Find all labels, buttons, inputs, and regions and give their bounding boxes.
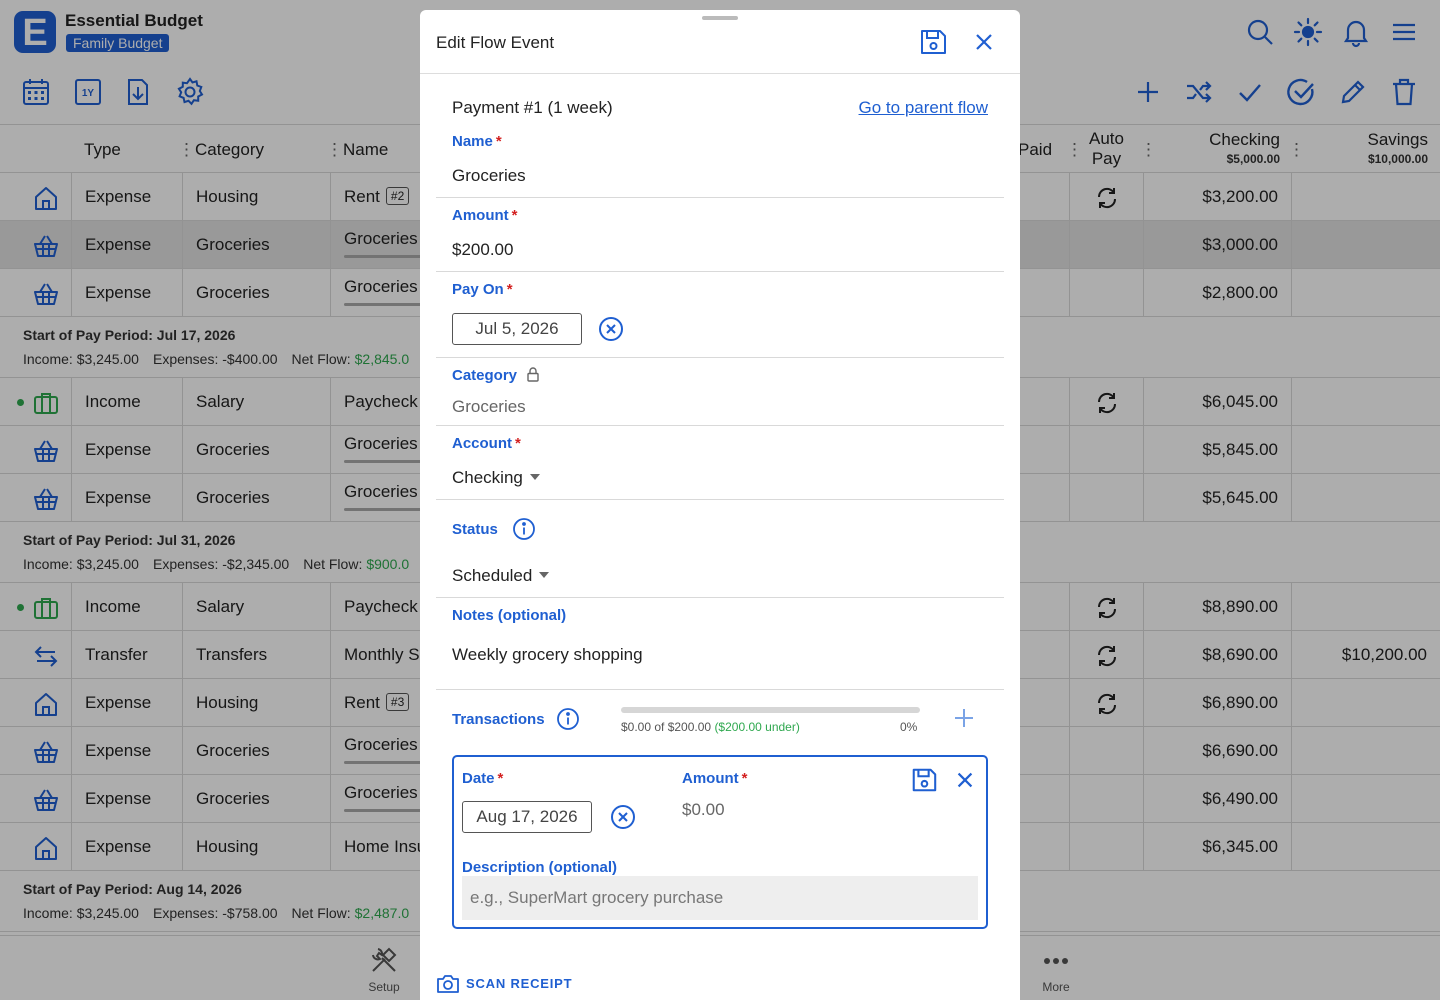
tx-date-field[interactable]: Aug 17, 2026 (462, 801, 592, 833)
divider (436, 271, 1004, 272)
add-transaction-icon[interactable] (952, 706, 976, 730)
scan-receipt-button[interactable]: SCAN RECEIPT (436, 975, 573, 993)
save-icon[interactable] (918, 27, 948, 57)
tx-close-icon[interactable] (954, 769, 976, 791)
progress-amount: $0.00 of $200.00 (621, 720, 712, 734)
notes-field[interactable]: Weekly grocery shopping (452, 645, 643, 665)
name-field[interactable]: Groceries (452, 166, 526, 186)
divider (436, 357, 1004, 358)
tx-save-icon[interactable] (910, 766, 938, 794)
edit-flow-event-dialog: Edit Flow Event Payment #1 (1 week) Go t… (420, 10, 1020, 1000)
pay-on-label-text: Pay On (452, 281, 504, 298)
pay-on-label: Pay On * (452, 281, 513, 298)
dialog-title: Edit Flow Event (436, 33, 555, 52)
scan-receipt-label: SCAN RECEIPT (466, 976, 573, 991)
required-mark: * (515, 435, 521, 452)
required-mark: * (497, 770, 504, 787)
divider (436, 499, 1004, 500)
status-label: Status (452, 521, 498, 538)
tx-description-input[interactable] (462, 876, 978, 920)
account-select[interactable]: Checking (452, 468, 540, 488)
clear-tx-date-icon[interactable] (610, 804, 636, 830)
progress-under: ($200.00 under) (714, 720, 800, 734)
tx-date-label-text: Date (462, 770, 495, 787)
divider (436, 597, 1004, 598)
category-value: Groceries (452, 397, 526, 416)
status-select-value: Scheduled (452, 566, 533, 585)
transactions-info-icon[interactable] (556, 707, 580, 731)
tx-amount-label-text: Amount (682, 770, 739, 787)
transaction-card: Date * Aug 17, 2026 Amount * $0.00 Descrip… (452, 755, 988, 929)
lock-icon (527, 367, 539, 382)
amount-field[interactable]: $200.00 (452, 240, 513, 260)
category-label: Category (452, 367, 539, 384)
payment-label: Payment #1 (1 week) (452, 98, 613, 117)
required-mark: * (495, 133, 502, 150)
account-label-text: Account (452, 435, 512, 452)
divider (436, 689, 1004, 690)
pay-on-date-field[interactable]: Jul 5, 2026 (452, 313, 582, 345)
category-label-text: Category (452, 367, 518, 384)
dialog-header: Edit Flow Event (420, 10, 1020, 74)
transactions-label: Transactions (452, 711, 545, 728)
camera-icon (437, 975, 459, 993)
divider (436, 425, 1004, 426)
tx-amount-label: Amount * (682, 770, 748, 787)
dropdown-caret-icon (539, 572, 550, 578)
divider (436, 197, 1004, 198)
amount-label-text: Amount (452, 207, 509, 224)
tx-date-label: Date * (462, 770, 503, 787)
clear-date-icon[interactable] (598, 316, 624, 342)
transactions-progress-bar (621, 707, 920, 713)
account-label: Account * (452, 435, 521, 452)
amount-label: Amount * (452, 207, 518, 224)
notes-label: Notes (optional) (452, 607, 567, 624)
tx-amount-field[interactable]: $0.00 (682, 800, 725, 820)
name-label: Name * (452, 133, 502, 150)
required-mark: * (506, 281, 513, 298)
progress-text: $0.00 of $200.00 ($200.00 under) (621, 720, 800, 734)
dropdown-caret-icon (529, 474, 540, 480)
account-select-value: Checking (452, 468, 523, 487)
status-select[interactable]: Scheduled (452, 566, 550, 586)
progress-percent: 0% (900, 720, 918, 734)
status-info-icon[interactable] (512, 517, 536, 541)
required-mark: * (511, 207, 518, 224)
tx-description-label: Description (optional) (462, 859, 617, 876)
parent-flow-link[interactable]: Go to parent flow (859, 98, 988, 118)
close-icon[interactable] (972, 30, 996, 54)
required-mark: * (741, 770, 748, 787)
name-label-text: Name (452, 133, 493, 150)
